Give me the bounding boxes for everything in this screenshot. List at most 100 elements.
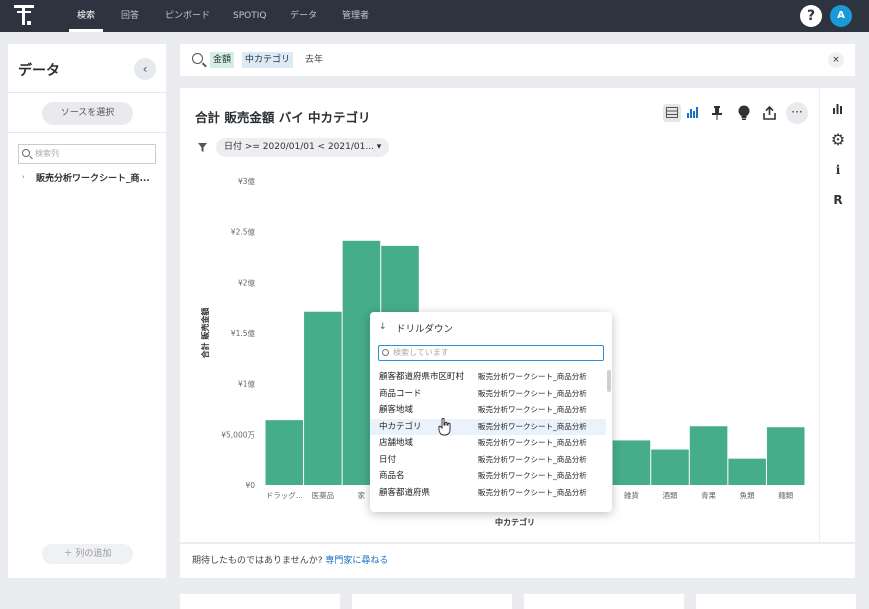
x-tick-label: 雑貨 (624, 490, 639, 500)
chart-bar[interactable] (766, 427, 805, 485)
nav-tab-admin[interactable]: 管理者 (342, 0, 369, 32)
nav-tab-spotiq[interactable]: SPOTIQ (233, 0, 266, 32)
drill-down-item[interactable]: 顧客都道府県市区町村 販売分析ワークシート_商品分析 (370, 369, 606, 386)
drill-down-item-name: 顧客都道府県市区町村 (379, 372, 465, 382)
search-token-attribute[interactable]: 中カテゴリ (242, 52, 294, 68)
chart-bar[interactable] (689, 426, 728, 485)
search-bar[interactable]: 金額 中カテゴリ 去年 × (180, 44, 855, 76)
drill-down-item-name: 商品コード (379, 388, 422, 399)
chart-bar[interactable] (304, 311, 342, 485)
drill-down-icon: ↓ (379, 322, 387, 332)
nav-tab-search[interactable]: 検索 (68, 0, 104, 32)
drill-down-item-name: 店舗地域 (379, 438, 414, 448)
drill-down-search-input[interactable]: 検索しています (378, 345, 604, 361)
drill-down-item-source: 販売分析ワークシート_商品分析 (478, 421, 587, 431)
drill-down-item-source: 販売分析ワークシート_商品分析 (478, 405, 587, 414)
source-tree-item[interactable]: 販売分析ワークシート_商... (36, 171, 150, 184)
share-icon[interactable] (760, 104, 778, 122)
x-tick-label: 酒類 (663, 490, 678, 500)
x-tick-label: 医薬品 (312, 490, 335, 500)
y-tick-label: ¥3億 (238, 176, 256, 186)
feedback-bar: 期待したものではありませんか? 専門家に尋ねる (180, 544, 855, 578)
info-icon[interactable]: i (830, 162, 846, 178)
filter-icon[interactable] (198, 143, 207, 155)
date-filter-chip[interactable]: 日付 >= 2020/01/01 < 2021/01... ▾ (216, 138, 390, 157)
related-card[interactable] (696, 594, 856, 609)
search-token-keyword[interactable]: 去年 (302, 52, 326, 68)
close-icon[interactable]: × (828, 52, 844, 68)
drill-down-item-source: 販売分析ワークシート_商品分析 (478, 471, 587, 480)
chart-bar[interactable] (728, 458, 766, 485)
related-card[interactable] (180, 594, 340, 609)
drill-down-popup: ↓ ドリルダウン 検索しています 顧客都道府県市区町村販売分析ワークシート_商品… (370, 312, 612, 512)
drill-down-title: ドリルダウン (396, 324, 454, 335)
chevron-left-icon[interactable]: ‹ (134, 58, 156, 80)
ask-expert-link[interactable]: 専門家に尋ねる (325, 556, 388, 566)
drill-down-item[interactable]: 顧客地域 販売分析ワークシート_商品分析 (370, 402, 606, 419)
pin-icon[interactable] (708, 104, 726, 122)
search-icon (22, 149, 30, 157)
y-tick-label: ¥0 (245, 481, 255, 490)
scrollbar[interactable] (607, 370, 611, 392)
chart-title: 合計 販売金額 バイ 中カテゴリ (195, 110, 371, 125)
drill-down-item[interactable]: 中カテゴリ 販売分析ワークシート_商品分析 (370, 418, 606, 435)
drill-down-item[interactable]: 顧客都道府県 販売分析ワークシート_商品分析 (370, 485, 606, 502)
gear-icon[interactable]: ⚙ (830, 132, 846, 148)
drill-down-item[interactable]: 商品名 販売分析ワークシート_商品分析 (370, 468, 606, 485)
x-axis-title: 中カテゴリ (495, 517, 535, 527)
table-icon[interactable] (663, 104, 681, 122)
x-tick-label: ドラッグ... (266, 490, 303, 500)
data-panel: データ ‹ ソースを選択 検索列 › 販売分析ワークシート_商... ＋ 列の追… (8, 44, 166, 578)
search-icon (192, 53, 203, 64)
y-tick-label: ¥2億 (238, 277, 256, 287)
search-token-measure[interactable]: 金額 (210, 52, 235, 68)
nav-tab-answers[interactable]: 回答 (121, 0, 139, 32)
y-tick-label: ¥1.5億 (231, 328, 256, 338)
chart-bar[interactable] (651, 449, 689, 485)
column-search-input[interactable]: 検索列 (18, 144, 156, 164)
caret-right-icon[interactable]: › (22, 173, 25, 181)
chart-settings-icon[interactable] (830, 102, 846, 118)
drill-down-item-source: 販売分析ワークシート_商品分析 (478, 487, 587, 497)
drill-down-list: 顧客都道府県市区町村 販売分析ワークシート_商品分析 商品コード 販売分析ワークシート… (370, 369, 606, 505)
select-source-button[interactable]: ソースを選択 (42, 102, 133, 125)
add-column-button[interactable]: ＋ 列の追加 (42, 544, 133, 564)
right-rail: ⚙ i R (819, 88, 855, 542)
chart-bar[interactable] (265, 420, 304, 485)
x-tick-label: 青果 (701, 490, 716, 500)
nav-tab-pinboards[interactable]: ピンボード (165, 0, 210, 32)
drill-down-item[interactable]: 日付 販売分析ワークシート_商品分析 (370, 452, 606, 469)
related-card[interactable] (524, 594, 684, 609)
divider (8, 92, 166, 93)
x-tick-label: 麺類 (778, 490, 793, 500)
drill-down-item-name: 顧客都道府県 (379, 487, 431, 498)
drill-down-item-name: 中カテゴリ (379, 421, 422, 432)
chart-bar[interactable] (612, 440, 651, 485)
more-icon[interactable]: ··· (786, 102, 808, 124)
related-card[interactable] (352, 594, 512, 609)
drill-down-item[interactable]: 商品コード 販売分析ワークシート_商品分析 (370, 386, 606, 403)
drill-down-search-placeholder: 検索しています (393, 348, 449, 357)
drill-down-item-source: 販売分析ワークシート_商品分析 (478, 438, 587, 447)
search-icon (382, 349, 389, 356)
avatar[interactable]: A (830, 5, 852, 27)
r-icon[interactable]: R (830, 192, 846, 208)
nav-tab-data[interactable]: データ (290, 0, 317, 32)
y-tick-label: ¥2.5億 (231, 227, 256, 237)
help-icon[interactable]: ? (800, 5, 822, 27)
drill-down-item-source: 販売分析ワークシート_商品分析 (478, 372, 587, 381)
bar-chart-icon[interactable] (683, 104, 701, 122)
column-search-placeholder: 検索列 (35, 149, 59, 158)
drill-down-item[interactable]: 店舗地域 販売分析ワークシート_商品分析 (370, 435, 606, 452)
data-panel-title: データ (18, 63, 60, 79)
hand-cursor-icon (438, 418, 451, 436)
y-tick-label: ¥1億 (238, 379, 256, 389)
drill-down-item-source: 販売分析ワークシート_商品分析 (478, 454, 587, 464)
drill-down-item-name: 商品名 (379, 471, 405, 481)
lightbulb-icon[interactable] (735, 104, 753, 122)
x-tick-label: 家 (358, 490, 366, 500)
drill-down-item-name: 日付 (379, 454, 397, 465)
top-nav: 検索 回答 ピンボード SPOTIQ データ 管理者 ? A (0, 0, 869, 32)
drill-down-item-source: 販売分析ワークシート_商品分析 (478, 388, 587, 398)
thoughtspot-logo-icon[interactable] (14, 5, 36, 27)
